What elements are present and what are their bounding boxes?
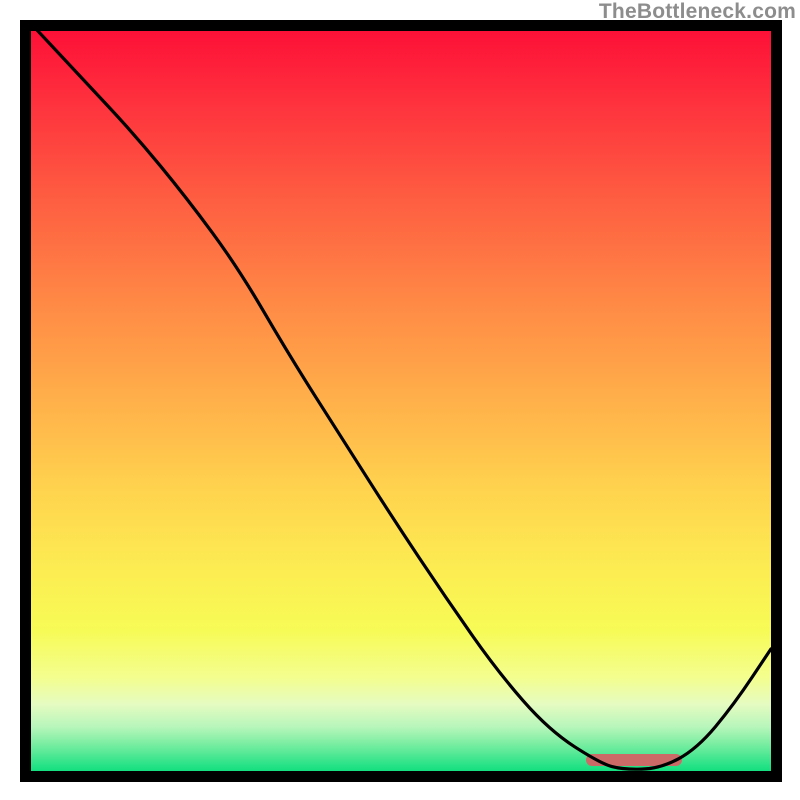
bottleneck-curve-path — [31, 31, 771, 769]
chart-frame — [20, 20, 782, 782]
chart-curve-svg — [31, 31, 771, 771]
chart-plot-area — [31, 31, 771, 771]
